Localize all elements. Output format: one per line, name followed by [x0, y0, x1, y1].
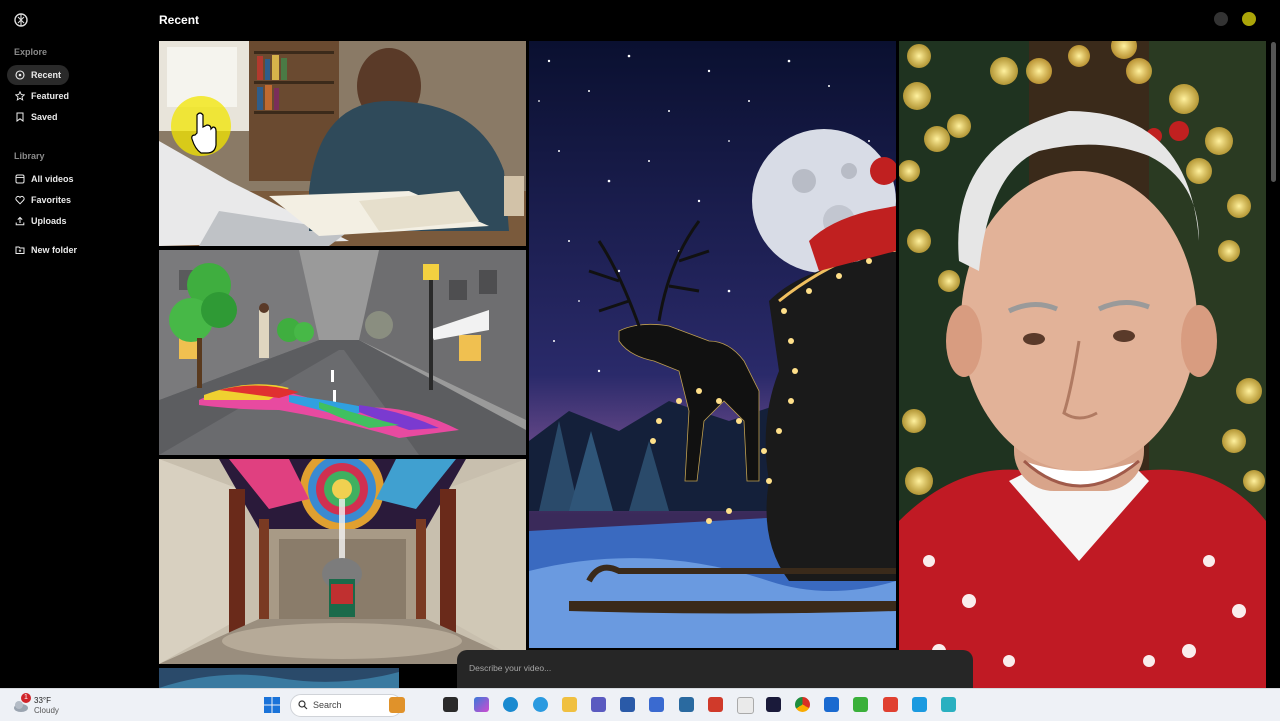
notepad-icon[interactable]	[737, 697, 754, 714]
copilot-icon[interactable]	[474, 697, 489, 712]
sidebar-item-new-folder[interactable]: New folder	[7, 240, 107, 260]
star-icon	[15, 91, 25, 101]
weather-temp: 33°F	[34, 696, 51, 705]
video-icon	[15, 174, 25, 184]
task-view-icon[interactable]	[443, 697, 458, 712]
tile-rainbow-street[interactable]	[159, 250, 526, 455]
tile-santa-sleigh[interactable]	[529, 41, 896, 648]
word-icon[interactable]	[620, 697, 635, 712]
scrollbar[interactable]	[1271, 42, 1276, 182]
tile-partial-next[interactable]	[159, 668, 399, 688]
sidebar-item-recent[interactable]: Recent	[7, 65, 69, 85]
chrome-icon[interactable]	[795, 697, 810, 712]
tile-smiling-man[interactable]	[899, 41, 1266, 688]
explore-section-label: Explore	[14, 47, 48, 57]
sidebar-item-all-videos[interactable]: All videos	[7, 169, 107, 189]
outlook-icon[interactable]	[824, 697, 839, 712]
taskbar-search[interactable]: Search	[290, 694, 405, 717]
sidebar-item-saved[interactable]: Saved	[7, 107, 69, 127]
app-icon[interactable]	[679, 697, 694, 712]
snagit-icon[interactable]	[708, 697, 723, 712]
sidebar-item-label: New folder	[31, 245, 78, 255]
sidebar-item-featured[interactable]: Featured	[7, 86, 69, 106]
prompt-box[interactable]: Describe your video...	[457, 650, 973, 688]
avatar[interactable]	[1242, 12, 1256, 26]
weather-alert-badge: 1	[21, 693, 31, 703]
sidebar-item-label: All videos	[31, 174, 74, 184]
clock-icon	[15, 70, 25, 80]
folder-plus-icon	[15, 245, 25, 255]
sidebar: Explore Recent Featured Saved Library Al…	[0, 0, 150, 688]
weather-widget[interactable]: 1 33°F Cloudy	[12, 693, 72, 717]
skype-icon[interactable]	[912, 697, 927, 712]
smiling-man-thumbnail	[899, 41, 1266, 688]
page-title: Recent	[159, 13, 200, 27]
teams-icon[interactable]	[591, 697, 606, 712]
sidebar-item-favorites[interactable]: Favorites	[7, 190, 107, 210]
edge-icon[interactable]	[503, 697, 518, 712]
library-section-label: Library	[14, 151, 45, 161]
store-icon[interactable]	[649, 697, 664, 712]
search-icon	[298, 700, 308, 710]
rainbow-street-thumbnail	[159, 250, 526, 455]
calculator-icon[interactable]	[941, 697, 956, 712]
openai-logo-icon[interactable]	[13, 12, 29, 28]
elephant-hall-thumbnail	[159, 459, 526, 664]
search-highlight-icon	[389, 697, 405, 713]
sidebar-item-label: Saved	[31, 112, 58, 122]
audio-app-icon[interactable]	[766, 697, 781, 712]
edge-beta-icon[interactable]	[533, 697, 548, 712]
sidebar-item-label: Favorites	[31, 195, 72, 205]
camtasia-icon[interactable]	[853, 697, 868, 712]
sidebar-item-label: Featured	[31, 91, 70, 101]
recorder-icon[interactable]	[883, 697, 898, 712]
upload-icon	[15, 216, 25, 226]
weather-desc: Cloudy	[34, 706, 59, 715]
santa-sleigh-thumbnail	[529, 41, 896, 648]
heart-icon	[15, 195, 25, 205]
tile-elephant-hall[interactable]	[159, 459, 526, 664]
partial-thumbnail	[159, 668, 399, 688]
file-explorer-icon[interactable]	[562, 697, 577, 712]
tile-student-studying[interactable]	[159, 41, 526, 246]
windows-taskbar: 1 33°F Cloudy Search	[0, 688, 1280, 721]
profile-menu-icon[interactable]	[1214, 12, 1228, 26]
sidebar-item-uploads[interactable]: Uploads	[7, 211, 107, 231]
search-label: Search	[313, 700, 342, 710]
prompt-input[interactable]: Describe your video...	[469, 663, 551, 673]
sidebar-item-label: Uploads	[31, 216, 67, 226]
sidebar-item-label: Recent	[31, 70, 62, 80]
student-studying-thumbnail	[159, 41, 526, 246]
windows-start-icon[interactable]	[264, 697, 280, 713]
bookmark-icon	[15, 112, 25, 122]
